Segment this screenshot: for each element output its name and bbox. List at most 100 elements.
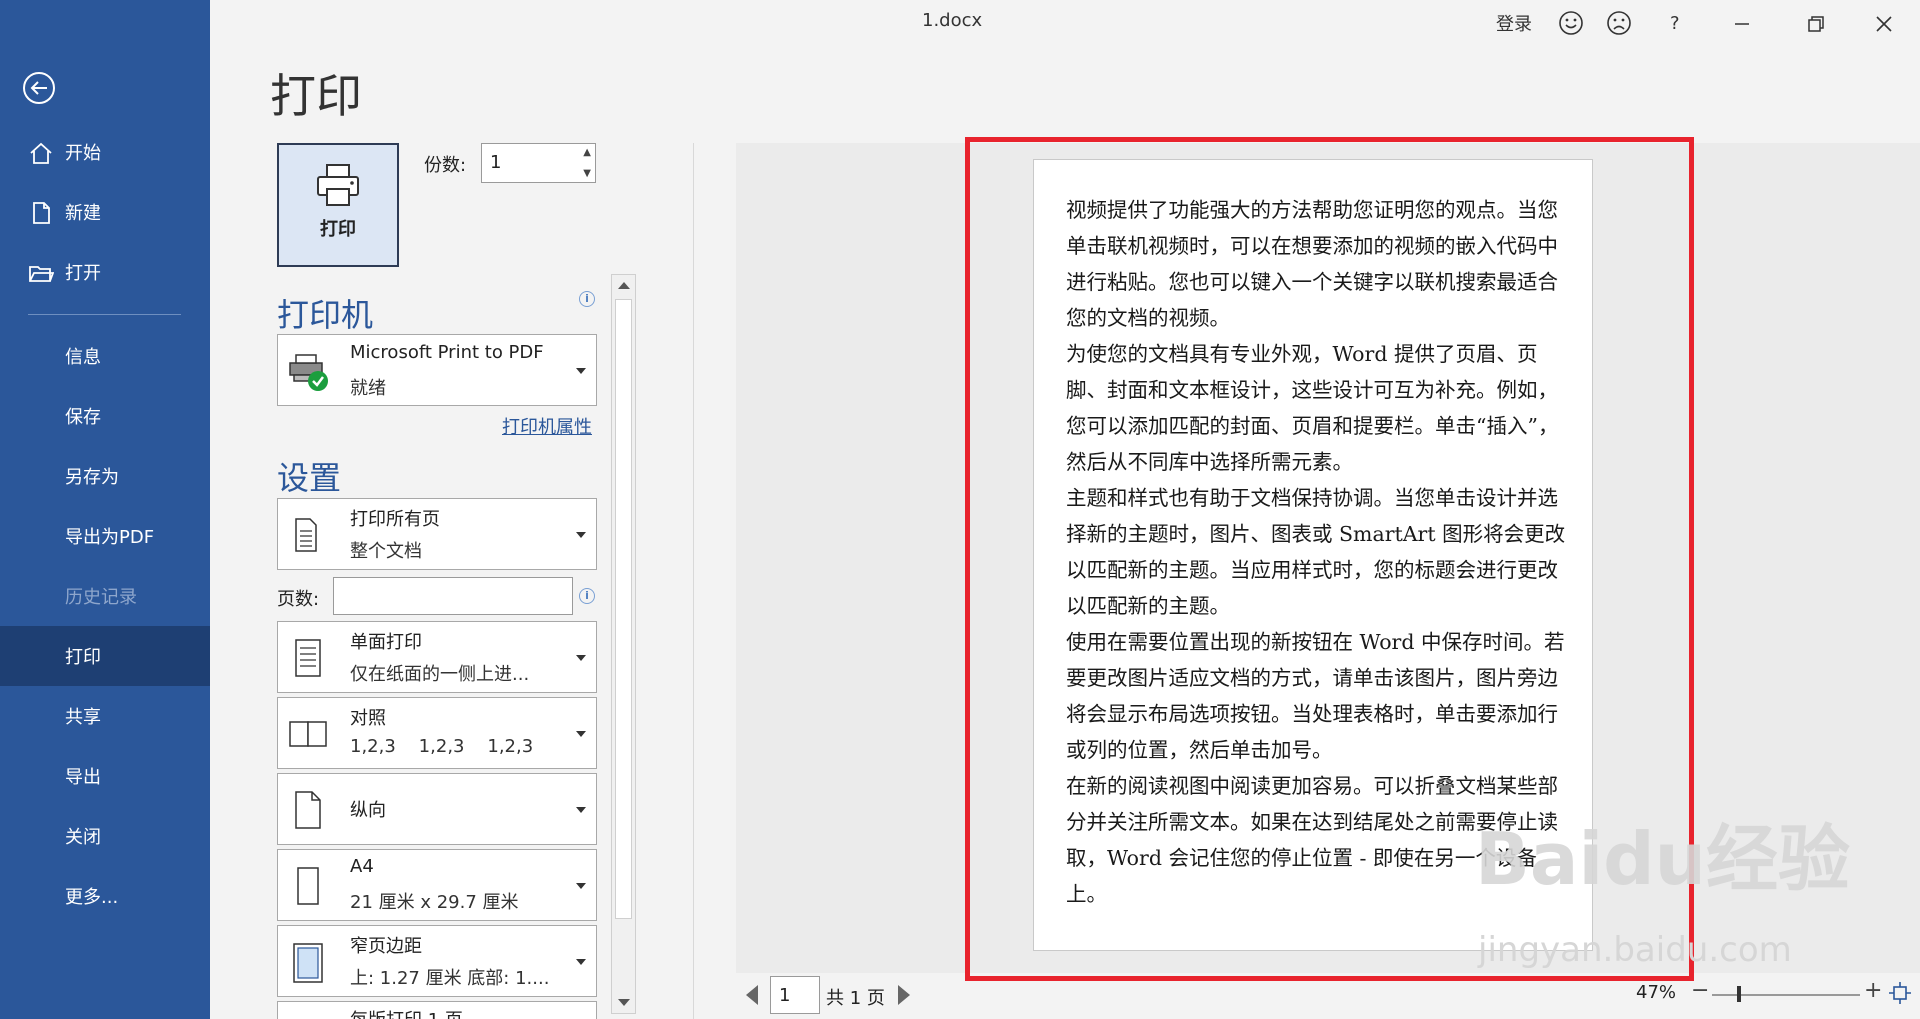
sidebar-item-export[interactable]: 导出 [0, 746, 210, 806]
close-icon[interactable] [1874, 14, 1894, 34]
open-folder-icon [29, 266, 54, 282]
settings-scrollbar[interactable] [611, 274, 636, 1014]
back-arrow-icon[interactable] [22, 71, 56, 105]
sidebar-item-label: 打印 [65, 647, 101, 668]
zoom-out-icon[interactable]: − [1691, 978, 1709, 1003]
printer-section-title: 打印机 [277, 296, 374, 334]
margins-subtitle: 上: 1.27 厘米 底部: 1.... [350, 968, 550, 989]
chevron-down-icon [576, 655, 586, 661]
scroll-down-icon[interactable] [618, 999, 630, 1006]
sidebar-item-save[interactable]: 保存 [0, 386, 210, 446]
current-page-input[interactable]: 1 [770, 976, 820, 1014]
sidebar-item-label: 新建 [65, 203, 101, 224]
margins-icon [293, 943, 323, 983]
paper-size-dropdown[interactable]: A4 21 厘米 x 29.7 厘米 [277, 849, 597, 921]
spin-down-icon[interactable]: ▼ [583, 168, 591, 179]
chevron-down-icon [576, 807, 586, 813]
scroll-up-icon[interactable] [618, 282, 630, 289]
margins-title: 窄页边距 [350, 936, 422, 957]
preview-paragraph: 为使您的文档具有专业外观，Word 提供了页眉、页脚、封面和文本框设计，这些设计… [1066, 342, 1559, 474]
restore-icon[interactable] [1806, 14, 1826, 34]
pages-per-sheet-dropdown[interactable]: 每版打印 1 页 [277, 1001, 597, 1019]
print-range-title: 打印所有页 [350, 509, 440, 530]
sidebar-item-history: 历史记录 [0, 566, 210, 626]
frown-icon[interactable] [1606, 10, 1632, 36]
backstage-sidebar: 开始 新建 打开 信息 保存 另存为 导出为PDF 历史记录 打印 共享 导出 … [0, 0, 210, 1019]
copies-input[interactable]: 1 ▲ ▼ [481, 143, 596, 183]
minimize-icon[interactable] [1732, 14, 1752, 34]
printer-ready-icon [289, 354, 328, 391]
sidebar-item-print[interactable]: 打印 [0, 626, 210, 686]
zoom-slider-thumb[interactable] [1737, 986, 1741, 1002]
sidebar-item-more[interactable]: 更多... [0, 866, 210, 926]
sidebar-item-label: 历史记录 [65, 587, 137, 608]
printer-status: 就绪 [350, 378, 386, 399]
smile-icon[interactable] [1558, 10, 1584, 36]
sidebar-item-home[interactable]: 开始 [0, 122, 210, 182]
printer-properties-link[interactable]: 打印机属性 [502, 413, 592, 439]
info-icon[interactable]: i [579, 291, 595, 307]
pages-input[interactable] [333, 577, 573, 615]
sidebar-item-open[interactable]: 打开 [0, 242, 210, 302]
portrait-icon [295, 791, 321, 829]
sidebar-item-label: 导出为PDF [65, 527, 155, 548]
sidebar-item-label: 信息 [65, 347, 101, 368]
paper-size-title: A4 [350, 856, 374, 877]
sidebar-item-info[interactable]: 信息 [0, 326, 210, 386]
help-button[interactable]: ? [1670, 8, 1680, 38]
collation-subtitle: 1,2,3 1,2,3 1,2,3 [350, 736, 534, 757]
next-page-icon[interactable] [898, 985, 910, 1005]
printer-icon [317, 164, 359, 206]
paper-size-icon [297, 867, 319, 905]
previous-page-icon[interactable] [746, 985, 758, 1005]
spin-up-icon[interactable]: ▲ [583, 147, 591, 158]
zoom-level[interactable]: 47% [1636, 982, 1676, 1003]
sidebar-item-new[interactable]: 新建 [0, 182, 210, 242]
preview-paragraph: 视频提供了功能强大的方法帮助您证明您的观点。当您单击联机视频时，可以在想要添加的… [1066, 198, 1558, 330]
sides-dropdown[interactable]: 单面打印 仅在纸面的一侧上进... [277, 621, 597, 693]
printer-dropdown[interactable]: Microsoft Print to PDF 就绪 [277, 334, 597, 406]
collated-icon [289, 721, 327, 747]
sidebar-item-share[interactable]: 共享 [0, 686, 210, 746]
copies-label: 份数: [424, 155, 467, 176]
print-button[interactable]: 打印 [277, 143, 399, 267]
chevron-down-icon [576, 959, 586, 965]
print-range-dropdown[interactable]: 打印所有页 整个文档 [277, 498, 597, 570]
column-divider [693, 143, 694, 1019]
zoom-in-icon[interactable]: + [1864, 978, 1882, 1003]
pages-label: 页数: [277, 589, 320, 610]
sidebar-item-label: 导出 [65, 767, 101, 788]
margins-dropdown[interactable]: 窄页边距 上: 1.27 厘米 底部: 1.... [277, 925, 597, 997]
sidebar-item-export-pdf[interactable]: 导出为PDF [0, 506, 210, 566]
chevron-down-icon [576, 532, 586, 538]
zoom-slider[interactable] [1712, 994, 1860, 996]
sidebar-item-save-as[interactable]: 另存为 [0, 446, 210, 506]
sidebar-item-label: 关闭 [65, 827, 101, 848]
sides-subtitle: 仅在纸面的一侧上进... [350, 664, 530, 685]
fit-to-page-icon[interactable] [1888, 981, 1912, 1005]
sidebar-item-label: 另存为 [65, 467, 119, 488]
paper-size-subtitle: 21 厘米 x 29.7 厘米 [350, 892, 519, 913]
watermark-url: jingyan.baidu.com [1478, 930, 1792, 970]
sidebar-item-label: 共享 [65, 707, 101, 728]
chevron-down-icon [576, 731, 586, 737]
chevron-down-icon [576, 883, 586, 889]
collation-dropdown[interactable]: 对照 1,2,3 1,2,3 1,2,3 [277, 697, 597, 769]
document-pages-icon [295, 518, 317, 552]
new-document-icon [33, 202, 50, 224]
collation-title: 对照 [350, 708, 386, 729]
login-button[interactable]: 登录 [1496, 8, 1532, 38]
sidebar-item-close[interactable]: 关闭 [0, 806, 210, 866]
printer-name: Microsoft Print to PDF [350, 342, 544, 363]
scrollbar-thumb[interactable] [615, 299, 632, 919]
sidebar-item-label: 开始 [65, 143, 101, 164]
sidebar-item-label: 更多... [65, 887, 119, 908]
total-pages: 共 1 页 [826, 988, 885, 1009]
orientation-title: 纵向 [350, 800, 386, 821]
home-icon [30, 142, 52, 164]
sidebar-item-label: 保存 [65, 407, 101, 428]
sides-title: 单面打印 [350, 632, 422, 653]
orientation-dropdown[interactable]: 纵向 [277, 773, 597, 845]
info-icon[interactable]: i [579, 588, 595, 604]
watermark-logo: Baidu经验 [1475, 817, 1850, 901]
